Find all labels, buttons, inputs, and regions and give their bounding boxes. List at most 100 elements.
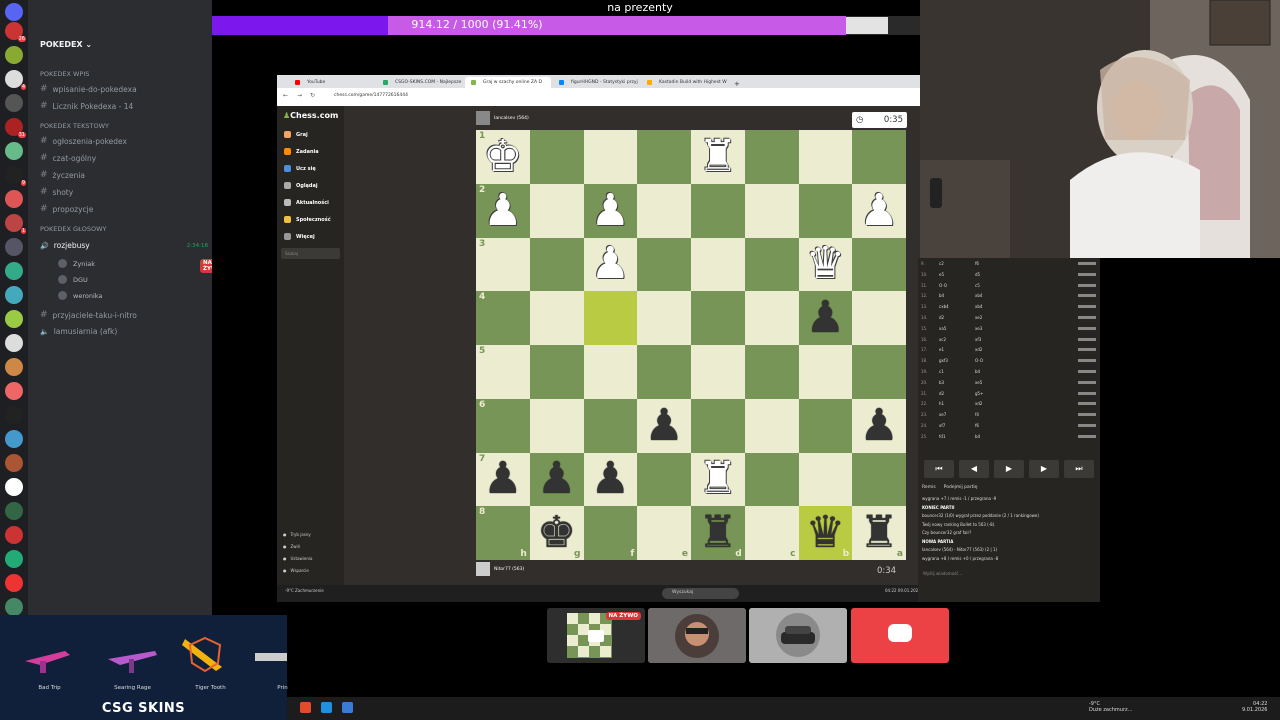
server-icon[interactable]: 1 [5, 214, 26, 234]
board-square[interactable] [529, 398, 584, 453]
stream-card-avatar[interactable] [648, 608, 746, 663]
channel-item[interactable]: # propozycje [40, 204, 93, 214]
move-row[interactable]: 10. e5 d5 [921, 272, 1096, 277]
player-name[interactable]: Nitor77 (563) [494, 567, 524, 572]
channel-category[interactable]: POKEDEX Tekstowy [40, 122, 109, 130]
board-square[interactable]: f [583, 506, 638, 560]
board-square[interactable] [852, 291, 906, 345]
board-square[interactable] [529, 345, 584, 399]
black-move[interactable]: xe2 [975, 315, 1011, 320]
server-icon[interactable] [5, 478, 23, 496]
chat-input[interactable]: Wyślij wiadomość... [920, 568, 1096, 578]
black-move[interactable]: xd2 [975, 401, 1011, 406]
next-move-icon[interactable]: ▶ [1029, 460, 1059, 478]
white-move[interactable]: xa5 [939, 326, 975, 331]
white-move[interactable]: O-O [939, 283, 975, 288]
forward-icon[interactable]: → [297, 92, 302, 99]
voice-channel[interactable]: 🔊 rozjebusy 2:34:18 [40, 241, 208, 250]
board-square[interactable]: ♚ 1 [476, 130, 530, 184]
black-move[interactable]: g5+ [975, 391, 1011, 396]
white-move[interactable]: d2 [939, 391, 975, 396]
black-move[interactable]: xb4 [975, 304, 1011, 309]
white-pawn-icon[interactable]: ♟ [591, 242, 630, 286]
black-move[interactable]: xe5 [975, 380, 1011, 385]
back-icon[interactable]: ← [283, 92, 288, 99]
white-rook-icon[interactable]: ♜ [698, 134, 737, 179]
board-square[interactable] [583, 398, 638, 453]
move-row[interactable]: 16. xc2 xf3 [921, 337, 1096, 342]
board-square[interactable] [744, 237, 799, 292]
board-square[interactable] [691, 183, 745, 238]
board-square[interactable]: ♟ [583, 183, 638, 238]
server-icon[interactable]: 4 [5, 70, 26, 90]
channel-item[interactable]: # Licznik Pokedexa - 14 [40, 101, 133, 111]
chess-board[interactable]: ♚ 1 ♜ ♟ 2 ♟ ♟ 3 ♟ ♛ 4 ♟ 5 6 ♟ ♟ ♟ 7 ♟ ♟ ♜ 8 h ♚ g f e ♜ d c ♛ b ♜ a [476, 130, 906, 560]
channel-item[interactable]: # shoty [40, 187, 73, 197]
white-king-icon[interactable]: ♚ [483, 134, 522, 179]
chess-bottom-item[interactable]: ● Ustawienia [283, 556, 312, 561]
black-move[interactable]: f4 [975, 412, 1011, 417]
server-icon[interactable] [5, 46, 23, 64]
panel-action[interactable]: Podejmij partię [944, 485, 978, 490]
board-square[interactable] [852, 237, 906, 292]
new-tab-icon[interactable]: + [732, 77, 744, 88]
server-icon[interactable] [5, 406, 23, 424]
server-icon[interactable] [5, 430, 23, 448]
white-move[interactable]: c1 [939, 369, 975, 374]
board-square[interactable] [691, 237, 745, 292]
board-square[interactable]: 3 [476, 237, 530, 292]
stream-card-car[interactable] [749, 608, 847, 663]
board-square[interactable] [691, 398, 745, 453]
move-row[interactable]: 9. c2 f6 [921, 261, 1096, 266]
server-icon[interactable]: 31 [5, 118, 26, 138]
board-square[interactable]: 5 [476, 345, 530, 399]
panel-action[interactable]: Remis [922, 485, 936, 490]
board-square[interactable] [798, 398, 853, 453]
server-name[interactable]: POKEDEX ⌄ [40, 40, 92, 49]
board-square[interactable] [744, 452, 799, 507]
board-square[interactable] [691, 291, 745, 345]
first-move-icon[interactable]: ⏮ [924, 460, 954, 478]
black-move[interactable]: d5 [975, 272, 1011, 277]
chess-bottom-item[interactable]: ● Zwiń [283, 544, 300, 549]
board-square[interactable] [637, 130, 691, 184]
channel-item[interactable]: # wpisanie-do-pokedexa [40, 84, 137, 94]
board-square[interactable] [798, 183, 853, 238]
server-icon[interactable] [5, 550, 23, 568]
opponent-name[interactable]: Iancalsev (564) [494, 116, 529, 121]
server-icon[interactable] [5, 598, 23, 616]
move-row[interactable]: 25. fd1 b4 [921, 434, 1096, 439]
move-row[interactable]: 21. d2 g5+ [921, 391, 1096, 396]
board-square[interactable]: ♛ [798, 237, 853, 292]
browser-tab[interactable]: YouTube [289, 77, 375, 88]
board-square[interactable] [637, 237, 691, 292]
board-square[interactable] [852, 130, 906, 184]
black-rook-icon[interactable]: ♜ [859, 511, 898, 555]
browser-tab[interactable]: Graj w szachy online ZA D [465, 77, 551, 88]
white-pawn-icon[interactable]: ♟ [483, 188, 522, 233]
black-move[interactable]: f6 [975, 423, 1011, 428]
board-square[interactable]: ♟ [798, 291, 853, 345]
black-move[interactable]: xe3 [975, 326, 1011, 331]
board-square[interactable] [529, 291, 584, 345]
move-row[interactable]: 20. b3 xe5 [921, 380, 1096, 385]
reload-icon[interactable]: ↻ [310, 92, 315, 99]
chess-logo[interactable]: ♟Chess.com [283, 111, 338, 120]
move-row[interactable]: 11. O-O c5 [921, 283, 1096, 288]
server-icon[interactable] [5, 238, 23, 256]
black-pawn-icon[interactable]: ♟ [483, 457, 522, 501]
taskbar-search[interactable]: Wyszukaj [662, 588, 739, 599]
board-square[interactable] [744, 398, 799, 453]
search-input[interactable]: Szukaj [281, 248, 340, 259]
channel-item[interactable]: 🔈 lamusiarnia (afk) [40, 327, 117, 336]
browser-tab[interactable]: CSGO-SKINS.COM - Najlepsze [377, 77, 463, 88]
black-pawn-icon[interactable]: ♟ [591, 457, 630, 501]
channel-item[interactable]: # przyjaciele-taku-i-nitro [40, 310, 137, 320]
white-move[interactable]: xf7 [939, 423, 975, 428]
move-row[interactable]: 14. d2 xe2 [921, 315, 1096, 320]
move-row[interactable]: 13. cxb4 xb4 [921, 304, 1096, 309]
white-queen-icon[interactable]: ♛ [806, 242, 845, 286]
server-icon[interactable]: 26 [5, 22, 26, 42]
server-icon[interactable] [5, 358, 23, 376]
url-field[interactable]: chess.com/game/147772616444 [334, 93, 408, 98]
